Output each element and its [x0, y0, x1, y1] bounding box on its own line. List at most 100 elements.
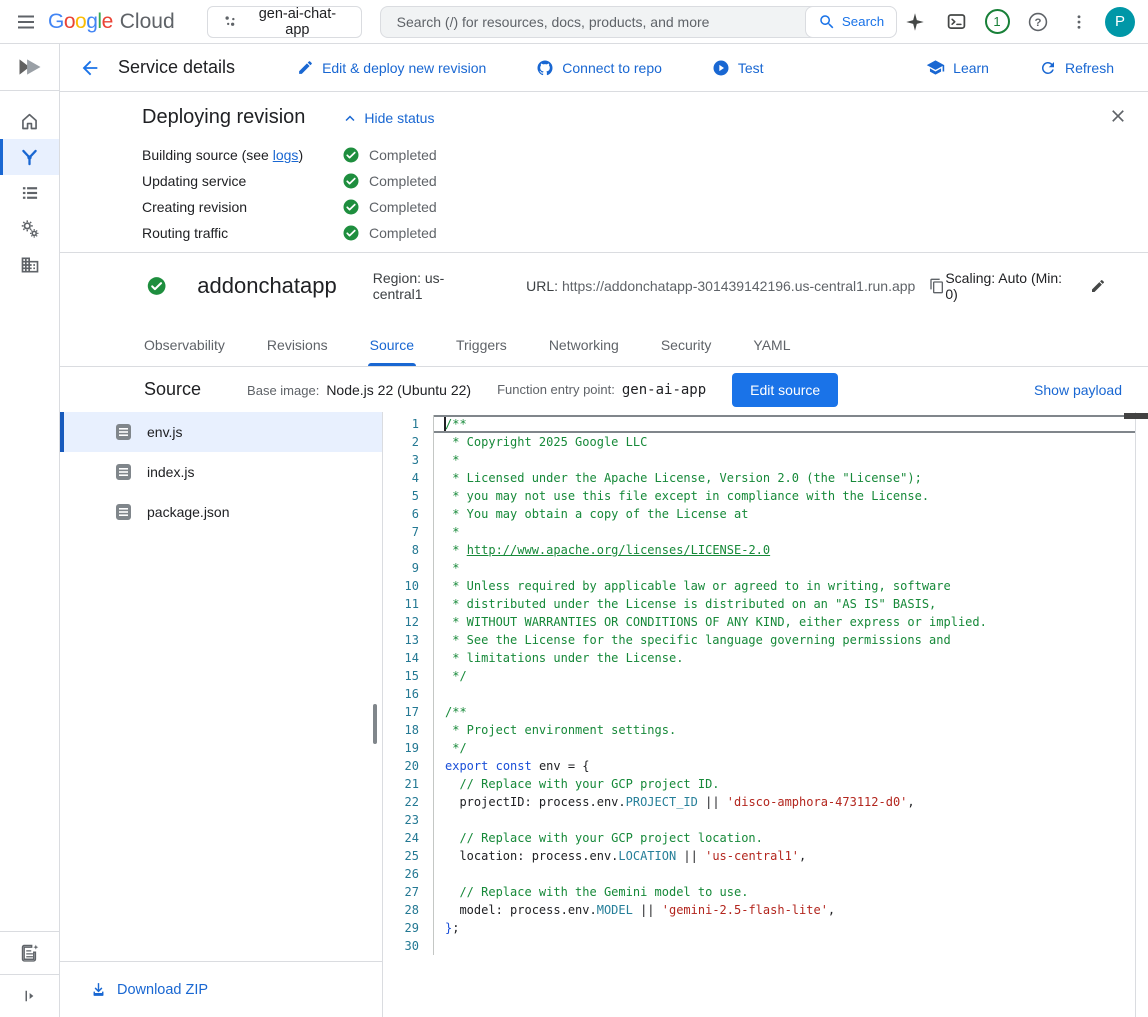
tab-triggers[interactable]: Triggers	[454, 337, 509, 366]
service-url: URL: https://addonchatapp-301439142196.u…	[526, 278, 915, 294]
code-line: 4 * Licensed under the Apache License, V…	[383, 469, 1148, 487]
tab-yaml[interactable]: YAML	[751, 337, 792, 366]
release-notes-icon	[20, 943, 40, 963]
check-circle-icon	[342, 224, 360, 242]
nav-item-home[interactable]	[0, 103, 59, 139]
refresh-button[interactable]: Refresh	[1033, 58, 1120, 78]
code-text: projectID: process.env.PROJECT_ID || 'di…	[433, 793, 1148, 811]
hide-status-link[interactable]: Hide status	[341, 109, 434, 127]
nav-item-domains[interactable]	[0, 247, 59, 283]
file-name: env.js	[147, 424, 183, 440]
code-text: *	[433, 523, 1148, 541]
project-icon	[222, 13, 238, 30]
status-rows: Building source (see logs)CompletedUpdat…	[142, 142, 1148, 246]
code-text: /**	[433, 703, 1148, 721]
graduation-cap-icon	[926, 58, 945, 77]
service-url-value[interactable]: https://addonchatapp-301439142196.us-cen…	[562, 278, 915, 294]
tab-networking[interactable]: Networking	[547, 337, 621, 366]
tab-source[interactable]: Source	[368, 337, 416, 366]
editor-scrollbar-thumb[interactable]	[1124, 413, 1148, 419]
code-text: // Replace with your GCP project ID.	[433, 775, 1148, 793]
code-text: * WITHOUT WARRANTIES OR CONDITIONS OF AN…	[433, 613, 1148, 631]
line-number: 29	[383, 919, 433, 937]
expand-rail-button[interactable]	[0, 975, 59, 1017]
code-line: 18 * Project environment settings.	[383, 721, 1148, 739]
code-line: 26	[383, 865, 1148, 883]
file-panel-footer: Download ZIP	[60, 961, 382, 1017]
notifications-button[interactable]: 1	[979, 4, 1015, 40]
download-zip-button[interactable]: Download ZIP	[90, 981, 208, 998]
edit-scaling-button[interactable]	[1090, 278, 1106, 294]
code-editor[interactable]: 1/**2 * Copyright 2025 Google LLC3 *4 * …	[382, 412, 1148, 1017]
line-number: 19	[383, 739, 433, 757]
file-item-index.js[interactable]: index.js	[60, 452, 382, 492]
service-scaling: Scaling: Auto (Min: 0)	[945, 270, 1074, 302]
edit-deploy-button[interactable]: Edit & deploy new revision	[291, 58, 492, 77]
learn-button[interactable]: Learn	[920, 57, 995, 78]
file-item-env.js[interactable]: env.js	[60, 412, 382, 452]
code-text: model: process.env.MODEL || 'gemini-2.5-…	[433, 901, 1148, 919]
nav-item-integrations[interactable]	[0, 211, 59, 247]
code-text: */	[433, 667, 1148, 685]
help-button[interactable]: ?	[1020, 4, 1056, 40]
search-button[interactable]: Search	[805, 6, 897, 38]
nav-item-services[interactable]	[0, 139, 59, 175]
nav-rail-items	[0, 91, 59, 283]
code-text: * you may not use this file except in co…	[433, 487, 1148, 505]
copy-url-button[interactable]	[929, 278, 945, 294]
code-text: */	[433, 739, 1148, 757]
line-number: 4	[383, 469, 433, 487]
building-icon	[20, 255, 40, 275]
google-cloud-logo[interactable]: Google Cloud	[48, 10, 175, 34]
code-line: 19 */	[383, 739, 1148, 757]
file-panel-scrollbar[interactable]	[373, 704, 377, 744]
code-line: 21 // Replace with your GCP project ID.	[383, 775, 1148, 793]
code-line: 23	[383, 811, 1148, 829]
nav-rail-bottom	[0, 931, 59, 1017]
code-text: *	[433, 559, 1148, 577]
tab-security[interactable]: Security	[659, 337, 714, 366]
edit-source-button[interactable]: Edit source	[732, 373, 838, 407]
code-text: * See the License for the specific langu…	[433, 631, 1148, 649]
status-step-state: Completed	[342, 224, 437, 242]
topbar-right: 1 ? P	[897, 4, 1138, 40]
account-button[interactable]: P	[1102, 4, 1138, 40]
code-text: export const env = {	[433, 757, 1148, 775]
text-cursor	[444, 417, 446, 431]
close-icon	[1108, 106, 1128, 126]
project-picker[interactable]: gen-ai-chat-app	[207, 6, 362, 38]
tab-observability[interactable]: Observability	[142, 337, 227, 366]
global-search[interactable]: Search (/) for resources, docs, products…	[380, 6, 897, 38]
code-text: * distributed under the License is distr…	[433, 595, 1148, 613]
cloud-shell-button[interactable]	[938, 4, 974, 40]
release-notes-button[interactable]	[0, 932, 59, 974]
code-line: 30	[383, 937, 1148, 955]
test-button[interactable]: Test	[706, 58, 770, 78]
connect-repo-button[interactable]: Connect to repo	[530, 58, 668, 78]
nav-item-jobs[interactable]	[0, 175, 59, 211]
line-number: 9	[383, 559, 433, 577]
main-menu-button[interactable]	[8, 4, 44, 40]
cloud-shell-icon	[946, 11, 967, 32]
line-number: 13	[383, 631, 433, 649]
base-image: Base image:Node.js 22 (Ubuntu 22)	[247, 382, 471, 398]
gemini-button[interactable]	[897, 4, 933, 40]
line-number: 26	[383, 865, 433, 883]
code-line: 8 * http://www.apache.org/licenses/LICEN…	[383, 541, 1148, 559]
logs-link[interactable]: logs	[273, 147, 299, 163]
more-options-button[interactable]	[1061, 4, 1097, 40]
gemini-sparkle-icon	[904, 11, 926, 33]
code-line: 15 */	[383, 667, 1148, 685]
close-status-button[interactable]	[1104, 102, 1132, 130]
show-payload-link[interactable]: Show payload	[1034, 382, 1122, 398]
line-number: 27	[383, 883, 433, 901]
line-number: 15	[383, 667, 433, 685]
back-button[interactable]	[76, 54, 104, 82]
notifications-badge: 1	[985, 9, 1010, 34]
status-step-label: Updating service	[142, 173, 342, 189]
file-item-package.json[interactable]: package.json	[60, 492, 382, 532]
search-input[interactable]: Search (/) for resources, docs, products…	[381, 7, 806, 37]
status-row: Routing trafficCompleted	[142, 220, 1148, 246]
deploy-status-panel: Deploying revision Hide status Building …	[60, 92, 1148, 253]
tab-revisions[interactable]: Revisions	[265, 337, 330, 366]
